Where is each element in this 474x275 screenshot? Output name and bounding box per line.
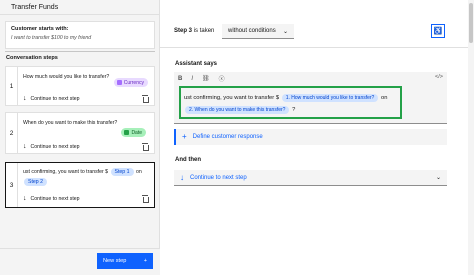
tag-label: Date <box>131 129 142 136</box>
step-card-1[interactable]: 1 How much would you like to transfer? C… <box>5 66 155 106</box>
code-view-button[interactable]: </> <box>435 74 443 80</box>
date-response-tag: Date <box>121 128 146 137</box>
step-next-action: ↓ Continue to next step <box>23 195 80 202</box>
title-divider <box>0 14 160 15</box>
current-step-label: Step 3 <box>174 28 193 34</box>
tag-label: Currency <box>123 79 144 86</box>
action-title: Transfer Funds <box>11 4 59 11</box>
plus-icon: + <box>182 132 187 141</box>
step-next-action-label: Continue to next step <box>30 195 80 202</box>
message-content: ust confirming, you want to transfer $ 1… <box>184 92 399 116</box>
variable-chip-step-1[interactable]: Step 1 <box>110 168 134 176</box>
scrollbar-thumb[interactable] <box>469 3 473 43</box>
section-divider <box>5 51 155 52</box>
step-next-action-label: Continue to next step <box>30 95 80 102</box>
link-icon[interactable]: ⛓ <box>202 75 210 82</box>
arrow-down-icon: ↓ <box>23 95 27 102</box>
next-action-dropdown[interactable]: ↓ Continue to next step ⌄ <box>174 170 447 186</box>
header-divider <box>160 47 474 48</box>
assistant-says-editor[interactable]: B I ⛓ ⓧ </> ust confirming, you want to … <box>174 72 447 124</box>
condition-value: without conditions <box>228 28 276 34</box>
message-text-mid: on <box>380 95 388 101</box>
message-text-prefix: ust confirming, you want to transfer $ <box>23 169 109 175</box>
step-settings-button[interactable]: ♿ <box>431 24 445 38</box>
app-root: Transfer Funds Customer starts with: I w… <box>0 0 474 275</box>
arrow-down-icon: ↓ <box>180 172 184 182</box>
customer-starts-with-card[interactable]: Customer starts with: I want to transfer… <box>5 21 155 49</box>
trash-icon[interactable] <box>142 195 149 203</box>
message-text-area[interactable]: ust confirming, you want to transfer $ 1… <box>179 86 402 119</box>
condition-dropdown[interactable]: without conditions ⌄ <box>222 24 294 39</box>
conversation-steps-panel: Transfer Funds Customer starts with: I w… <box>0 0 160 275</box>
editor-toolbar: B I ⛓ ⓧ <box>178 74 225 84</box>
step-next-action-label: Continue to next step <box>30 143 80 150</box>
message-text-mid: on <box>135 169 142 175</box>
define-response-label: Define customer response <box>192 134 263 140</box>
message-text-prefix: ust confirming, you want to transfer $ <box>184 95 280 101</box>
step-number: 1 <box>6 67 18 105</box>
step-next-action: ↓ Continue to next step <box>23 95 80 102</box>
new-step-label: New step <box>103 258 127 264</box>
is-taken-label: is taken <box>193 28 215 34</box>
variable-chip-step-1[interactable]: 1. How much would you like to transfer? <box>281 94 379 102</box>
chevron-down-icon: ⌄ <box>282 28 288 35</box>
step-question: How much would you like to transfer? <box>23 74 110 80</box>
bold-button[interactable]: B <box>178 76 182 82</box>
variable-chip-step-2[interactable]: Step 2 <box>24 178 47 186</box>
step-number: 3 <box>6 163 18 207</box>
customer-starts-with-label: Customer starts with: <box>11 26 69 32</box>
assistant-says-label: Assistant says <box>175 61 218 67</box>
variable-chip-step-2[interactable]: 2. When do you want to make this transfe… <box>185 106 290 114</box>
message-text-suffix: ? <box>292 107 296 113</box>
and-then-label: And then <box>175 157 201 163</box>
conversation-steps-heading: Conversation steps <box>6 55 58 61</box>
define-customer-response-button[interactable]: + Define customer response <box>174 129 447 145</box>
step-number: 2 <box>6 113 18 153</box>
step-assistant-message: ust confirming, you want to transfer $ S… <box>23 167 151 187</box>
currency-response-tag: Currency <box>113 78 148 87</box>
step-next-action: ↓ Continue to next step <box>23 143 80 150</box>
trash-icon[interactable] <box>142 143 149 151</box>
arrow-down-icon: ↓ <box>23 143 27 150</box>
italic-button[interactable]: I <box>191 76 193 82</box>
new-step-button[interactable]: New step + <box>97 253 153 269</box>
step-card-2[interactable]: 2 When do you want to make this transfer… <box>5 112 155 154</box>
arrow-down-icon: ↓ <box>23 195 27 202</box>
settings-icon: ♿ <box>433 28 443 35</box>
plus-icon: + <box>143 258 147 264</box>
step-question: When do you want to make this transfer? <box>23 120 118 126</box>
customer-starts-with-example: I want to transfer $100 to my friend <box>11 35 92 41</box>
calendar-icon <box>124 130 130 135</box>
trash-icon[interactable] <box>142 95 149 103</box>
step-condition-label: Step 3 is taken <box>174 28 214 34</box>
variable-icon[interactable]: ⓧ <box>219 74 225 83</box>
next-action-value: Continue to next step <box>190 174 247 181</box>
step-card-3[interactable]: 3 ust confirming, you want to transfer $… <box>5 162 155 208</box>
currency-icon <box>116 80 122 85</box>
chevron-down-icon: ⌄ <box>435 175 441 181</box>
